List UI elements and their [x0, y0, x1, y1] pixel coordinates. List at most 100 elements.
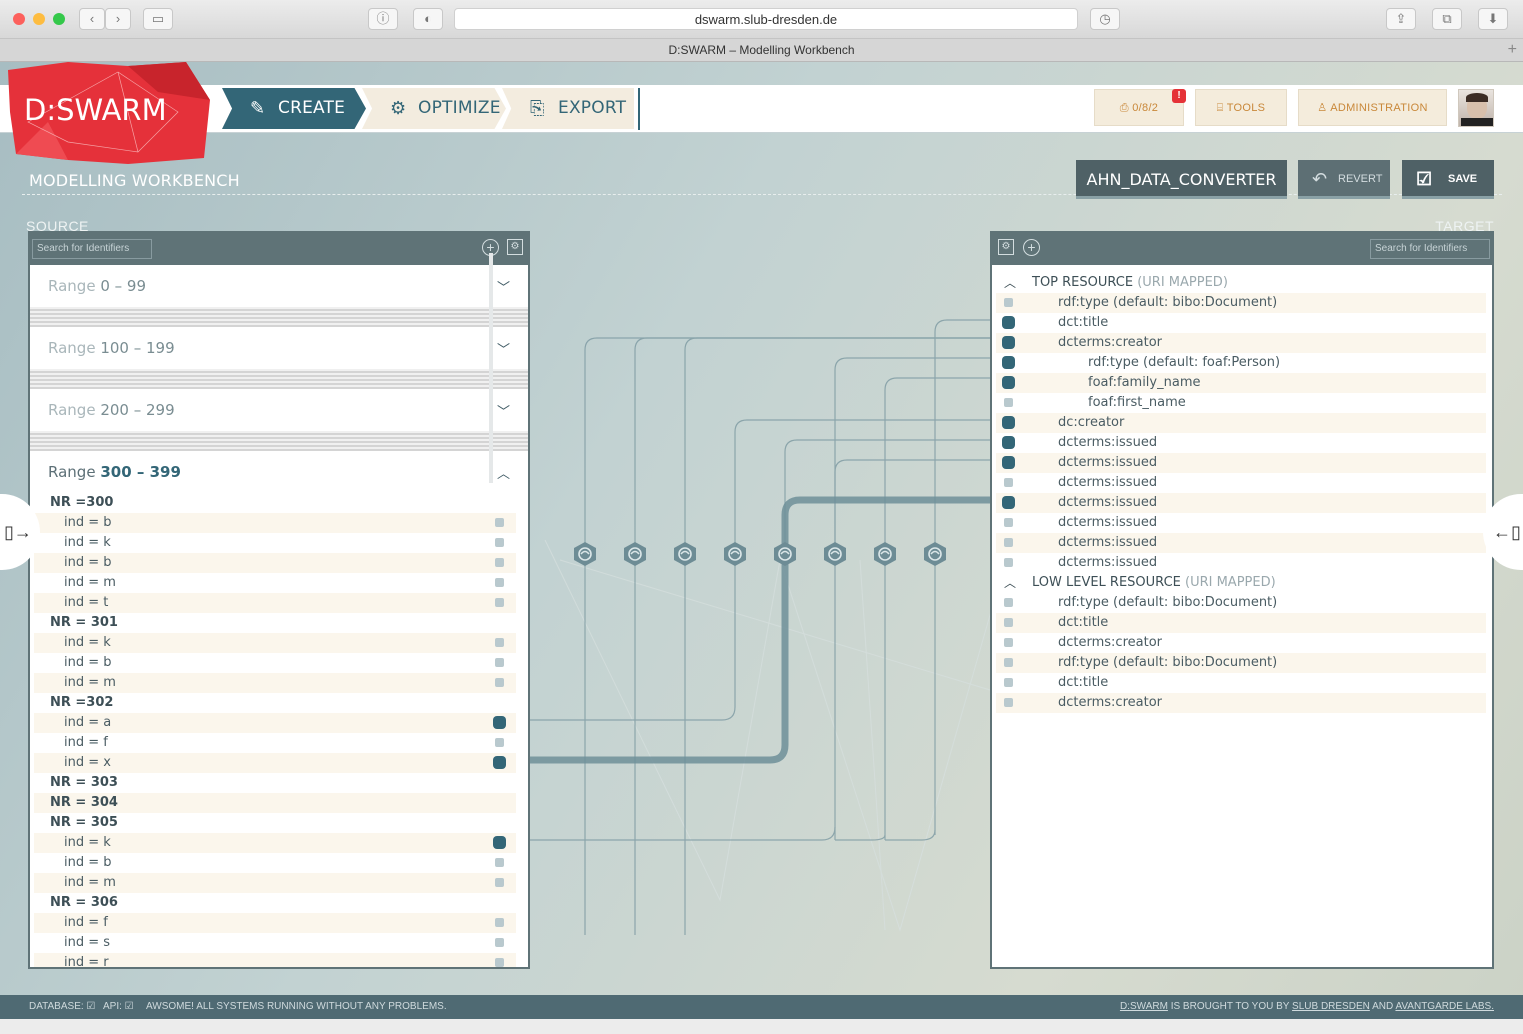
share-icon[interactable]: ⇪ — [1386, 8, 1416, 30]
chevron-down-icon[interactable]: ﹀ — [497, 401, 510, 420]
source-search-input[interactable]: Search for Identifiers — [32, 239, 152, 259]
mapping-handle[interactable] — [495, 658, 504, 667]
source-scrollbar[interactable] — [489, 253, 493, 483]
tab-create[interactable]: ✎ CREATE — [222, 88, 366, 129]
mapping-handle[interactable] — [1004, 298, 1013, 307]
list-item[interactable]: ind = f — [34, 733, 516, 753]
resource-header[interactable]: ︿ TOP RESOURCE (URI MAPPED) — [996, 273, 1486, 293]
mapping-handle[interactable] — [1004, 398, 1013, 407]
list-item[interactable]: ind = b — [34, 653, 516, 673]
chevron-down-icon[interactable]: ﹀ — [497, 339, 510, 358]
list-item[interactable]: ind = b — [34, 853, 516, 873]
range-header[interactable]: Range 100 – 199 ﹀ — [30, 327, 528, 369]
range-header[interactable]: Range 200 – 299 ﹀ — [30, 389, 528, 431]
mapping-handle[interactable] — [1004, 698, 1013, 707]
dswarm-logo[interactable]: D:SWARM — [8, 62, 210, 164]
mapping-handle[interactable] — [1002, 416, 1015, 429]
administration-button[interactable]: ♙ ADMINISTRATION — [1298, 89, 1447, 126]
mapping-handle[interactable] — [493, 756, 506, 769]
address-bar[interactable]: dswarm.slub-dresden.de — [454, 8, 1078, 30]
target-property[interactable]: dcterms:issued — [996, 453, 1486, 473]
history-icon[interactable]: ◷ — [1090, 8, 1120, 30]
mapping-handle[interactable] — [1002, 436, 1015, 449]
target-property[interactable]: dct:title — [996, 673, 1486, 693]
target-property[interactable]: dct:title — [996, 613, 1486, 633]
target-search-input[interactable]: Search for Identifiers — [1370, 239, 1490, 259]
mapping-handle[interactable] — [1004, 518, 1013, 527]
target-property[interactable]: dcterms:creator — [996, 633, 1486, 653]
filter-settings-icon[interactable]: ⚙ — [507, 239, 523, 255]
mapping-handle[interactable] — [495, 518, 504, 527]
mapping-handle[interactable] — [495, 538, 504, 547]
new-tab-icon[interactable]: + — [1508, 39, 1517, 61]
mapping-handle[interactable] — [495, 558, 504, 567]
list-item[interactable]: ind = t — [34, 593, 516, 613]
mapping-handle[interactable] — [495, 858, 504, 867]
chevron-up-icon[interactable]: ︿ — [497, 463, 510, 482]
target-property[interactable]: rdf:type (default: bibo:Document) — [996, 653, 1486, 673]
list-item[interactable]: ind = m — [34, 673, 516, 693]
tab-optimize[interactable]: ⚙ OPTIMIZE — [362, 88, 506, 129]
avantgarde-link[interactable]: AVANTGARDE LABS. — [1395, 1001, 1494, 1012]
target-property[interactable]: dcterms:issued — [996, 493, 1486, 513]
target-property[interactable]: dcterms:creator — [996, 693, 1486, 713]
function-node-icon[interactable] — [622, 541, 648, 567]
tab-export[interactable]: ⎘ EXPORT — [502, 88, 634, 129]
list-item[interactable]: ind = k — [34, 833, 516, 853]
revert-button[interactable]: ↶ REVERT — [1298, 160, 1390, 199]
list-item[interactable]: ind = m — [34, 573, 516, 593]
mapping-handle[interactable] — [1002, 316, 1015, 329]
mapping-handle[interactable] — [1002, 336, 1015, 349]
target-property[interactable]: foaf:first_name — [996, 393, 1486, 413]
mapping-handle[interactable] — [493, 716, 506, 729]
mapping-handle[interactable] — [495, 958, 504, 967]
function-node-icon[interactable] — [922, 541, 948, 567]
function-node-icon[interactable] — [672, 541, 698, 567]
mapping-handle[interactable] — [495, 738, 504, 747]
minimize-window-button[interactable] — [33, 13, 45, 25]
browser-tab[interactable]: D:SWARM – Modelling Workbench + — [0, 39, 1523, 62]
target-property[interactable]: foaf:family_name — [996, 373, 1486, 393]
list-item[interactable]: ind = s — [34, 933, 516, 953]
function-node-icon[interactable] — [572, 541, 598, 567]
target-property[interactable]: dcterms:issued — [996, 433, 1486, 453]
mapping-handle[interactable] — [1004, 538, 1013, 547]
chevron-down-icon[interactable]: ﹀ — [497, 277, 510, 296]
forward-icon[interactable]: › — [105, 8, 131, 30]
back-icon[interactable]: ‹ — [79, 8, 105, 30]
function-node-icon[interactable] — [872, 541, 898, 567]
range-header[interactable]: Range 300 – 399 ︿ — [30, 451, 528, 493]
mapping-handle[interactable] — [495, 578, 504, 587]
mapping-handle[interactable] — [1004, 598, 1013, 607]
mapping-handle[interactable] — [495, 918, 504, 927]
target-property[interactable]: dc:creator — [996, 413, 1486, 433]
filter-settings-icon[interactable]: ⚙ — [998, 239, 1014, 255]
target-property[interactable]: dct:title — [996, 313, 1486, 333]
mapping-handle[interactable] — [1004, 478, 1013, 487]
slub-link[interactable]: SLUB DRESDEN — [1292, 1001, 1370, 1012]
mapping-handle[interactable] — [495, 878, 504, 887]
list-item[interactable]: ind = a — [34, 713, 516, 733]
list-item[interactable]: ind = k — [34, 633, 516, 653]
target-property[interactable]: dcterms:issued — [996, 533, 1486, 553]
target-property[interactable]: dcterms:issued — [996, 473, 1486, 493]
mapping-handle[interactable] — [1004, 558, 1013, 567]
list-item[interactable]: ind = k — [34, 533, 516, 553]
shield-icon[interactable]: ◐ — [413, 8, 443, 30]
mapping-handle[interactable] — [1004, 638, 1013, 647]
mapping-handle[interactable] — [1004, 678, 1013, 687]
mapping-handle[interactable] — [495, 598, 504, 607]
function-node-icon[interactable] — [822, 541, 848, 567]
mapping-handle[interactable] — [1002, 356, 1015, 369]
info-icon[interactable]: ⓘ — [368, 8, 398, 30]
mapping-handle[interactable] — [1002, 456, 1015, 469]
close-window-button[interactable] — [13, 13, 25, 25]
list-item[interactable]: ind = f — [34, 913, 516, 933]
download-icon[interactable]: ⬇ — [1478, 8, 1508, 30]
range-header[interactable]: Range 0 – 99 ﹀ — [30, 265, 528, 307]
function-node-icon[interactable] — [772, 541, 798, 567]
counter-button[interactable]: ⎙ 0/8/2 — [1094, 89, 1184, 126]
chevron-up-icon[interactable]: ︿ — [1004, 273, 1016, 293]
list-item[interactable]: ind = m — [34, 873, 516, 893]
brand-link[interactable]: D:SWARM — [1120, 1001, 1168, 1012]
